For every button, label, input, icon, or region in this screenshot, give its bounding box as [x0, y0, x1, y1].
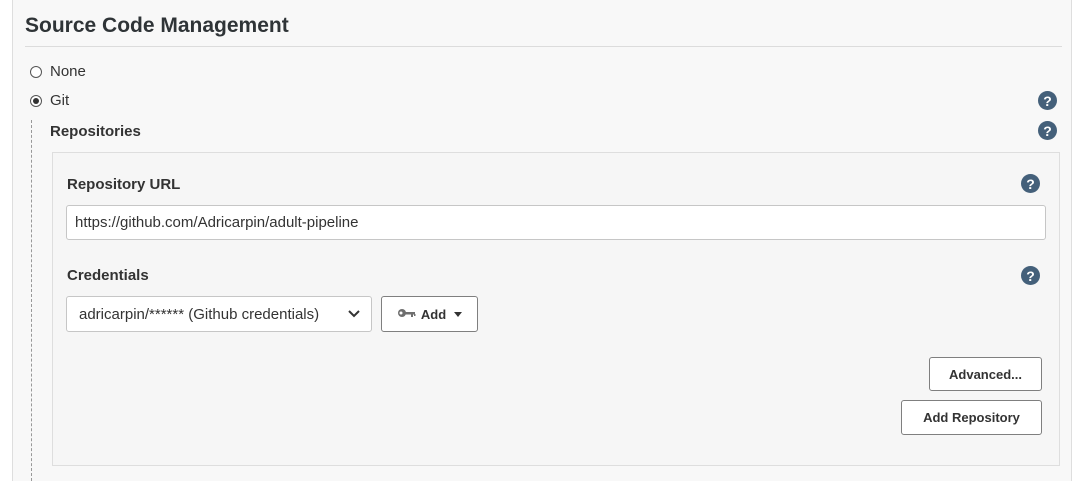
credentials-selected-value: adricarpin/****** (Github credentials)	[79, 305, 320, 323]
scm-option-none-label: None	[50, 63, 86, 80]
credentials-label: Credentials	[67, 267, 149, 284]
caret-down-icon	[454, 311, 463, 317]
add-repository-button[interactable]: Add Repository	[901, 400, 1042, 435]
repository-url-label: Repository URL	[67, 176, 181, 193]
repository-url-help-icon[interactable]: ?	[1021, 174, 1040, 193]
add-credentials-button[interactable]: Add	[381, 296, 478, 332]
chevron-down-icon	[347, 307, 361, 321]
scm-option-git[interactable]: Git	[30, 92, 69, 109]
add-credentials-label: Add	[420, 306, 447, 322]
scm-option-none[interactable]: None	[30, 63, 86, 80]
advanced-button[interactable]: Advanced...	[929, 357, 1042, 391]
credentials-select[interactable]: adricarpin/****** (Github credentials)	[66, 296, 372, 332]
radio-git[interactable]	[30, 94, 42, 107]
repositories-help-icon[interactable]: ?	[1038, 121, 1057, 140]
scm-config-page: Source Code Management None Git ? Reposi…	[0, 0, 1082, 481]
scm-option-git-label: Git	[50, 92, 70, 109]
key-icon	[397, 307, 417, 322]
repositories-label: Repositories	[50, 123, 141, 140]
git-config-indent-line	[31, 120, 32, 481]
title-divider	[25, 46, 1062, 47]
section-title: Source Code Management	[25, 14, 289, 37]
radio-none[interactable]	[30, 65, 42, 78]
git-help-icon[interactable]: ?	[1038, 91, 1057, 110]
repository-url-input[interactable]	[66, 205, 1046, 240]
credentials-help-icon[interactable]: ?	[1021, 266, 1040, 285]
